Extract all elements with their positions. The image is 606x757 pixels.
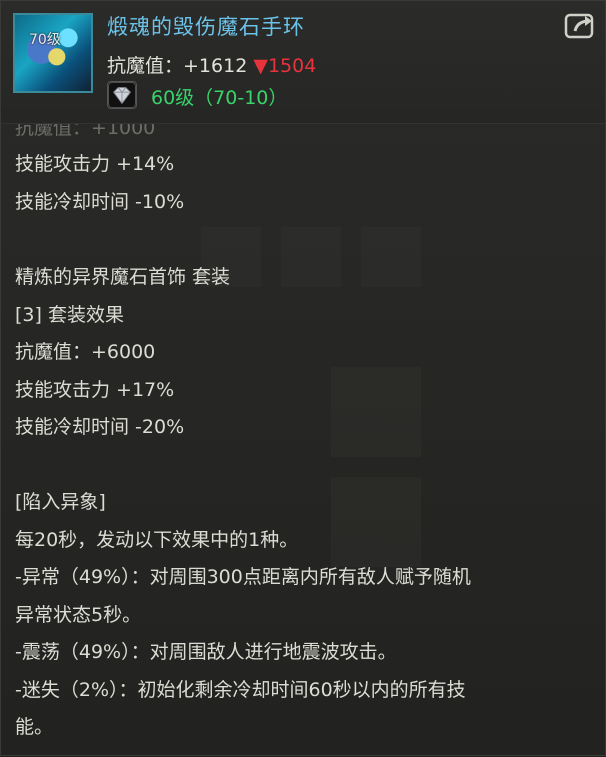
stat-line: 技能攻击力 +14% — [15, 153, 175, 175]
item-tooltip: 70级 煅魂的毁伤魔石手环 抗魔值：+1612 ▼1504 60级（70-10）… — [0, 0, 606, 756]
item-name: 煅魂的毁伤魔石手环 — [107, 15, 305, 39]
level-requirement: 60级（70-10） — [151, 87, 288, 109]
stat-line: 抗魔值：+6000 — [15, 341, 156, 363]
resist-diff: ▼1504 — [253, 55, 316, 77]
stat-line: 技能冷却时间 -20% — [15, 416, 185, 438]
share-link-icon[interactable] — [563, 11, 597, 41]
effect-line: -迷失（2%）：初始化剩余冷却时间60秒以内的所有技 — [15, 679, 466, 701]
resist-row: 抗魔值：+1612 ▼1504 — [107, 51, 316, 78]
resist-diff-value: 1504 — [267, 55, 317, 77]
effect-line: 异常状态5秒。 — [15, 604, 142, 626]
tooltip-body: 抗魔值：+1000 技能攻击力 +14% 技能冷却时间 -10% 精炼的异界魔石… — [1, 117, 605, 757]
effect-line: 每20秒，发动以下效果中的1种。 — [15, 529, 299, 551]
special-effect-title: [陷入异象] — [15, 491, 106, 513]
set-effect-header: [3] 套装效果 — [15, 304, 124, 326]
set-name: 精炼的异界魔石首饰 套装 — [15, 266, 231, 288]
stat-line: 技能冷却时间 -10% — [15, 191, 185, 213]
effect-line: -震荡（49%）：对周围敌人进行地震波攻击。 — [15, 641, 397, 663]
stat-line: 技能攻击力 +17% — [15, 379, 175, 401]
down-arrow-icon: ▼ — [253, 55, 268, 77]
item-level-badge: 70级 — [29, 32, 61, 48]
effect-line: 能。 — [15, 716, 54, 738]
diamond-gem-icon — [107, 81, 137, 109]
effect-line: -异常（49%）：对周围300点距离内所有敌人赋予随机 — [15, 566, 471, 588]
bracelet-item-icon[interactable]: 70级 — [13, 13, 93, 93]
tooltip-header: 70级 煅魂的毁伤魔石手环 抗魔值：+1612 ▼1504 60级（70-10） — [1, 1, 605, 124]
resist-label: 抗魔值： — [107, 55, 184, 77]
resist-value: +1612 — [183, 55, 248, 77]
